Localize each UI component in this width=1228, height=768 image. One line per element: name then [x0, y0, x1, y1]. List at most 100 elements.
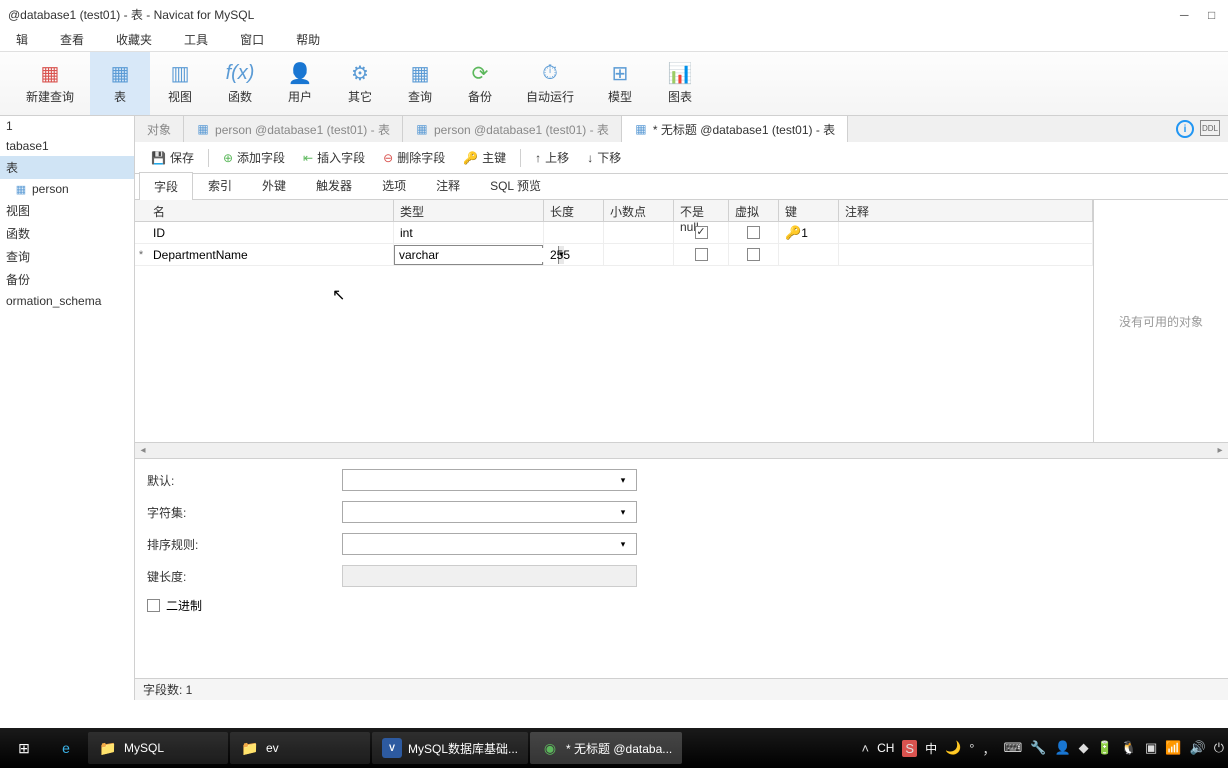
- prop-collation-input[interactable]: ▾: [342, 533, 637, 555]
- subtab-triggers[interactable]: 触发器: [301, 171, 367, 199]
- subtab-fk[interactable]: 外键: [247, 171, 301, 199]
- delete-field-button[interactable]: ⊖删除字段: [375, 145, 453, 170]
- header-decimals[interactable]: 小数点: [604, 200, 674, 221]
- header-virtual[interactable]: 虚拟: [729, 200, 779, 221]
- volume-icon[interactable]: 🔊: [1190, 740, 1206, 756]
- menu-tools[interactable]: 工具: [168, 27, 224, 52]
- moon-icon[interactable]: 🌙: [945, 740, 961, 756]
- cell-comment[interactable]: [839, 244, 1093, 265]
- app1-icon[interactable]: ◆: [1079, 740, 1089, 756]
- header-comment[interactable]: 注释: [839, 200, 1093, 221]
- subtab-options[interactable]: 选项: [367, 171, 421, 199]
- taskbar-ie[interactable]: e: [46, 732, 86, 764]
- move-up-button[interactable]: ↑上移: [527, 145, 577, 170]
- lang-indicator[interactable]: 中: [925, 740, 937, 757]
- cell-key[interactable]: [779, 244, 839, 265]
- toolbar-model[interactable]: ⊞模型: [590, 52, 650, 115]
- chevron-down-icon[interactable]: ▾: [614, 470, 632, 490]
- scroll-right-icon[interactable]: ▸: [1212, 445, 1228, 456]
- minimize-button[interactable]: ─: [1180, 8, 1192, 20]
- header-name[interactable]: 名: [147, 200, 394, 221]
- menu-window[interactable]: 窗口: [224, 27, 280, 52]
- header-type[interactable]: 类型: [394, 200, 544, 221]
- taskbar-mysql-folder[interactable]: 📁MySQL: [88, 732, 228, 764]
- toolbar-backup[interactable]: ⟳备份: [450, 52, 510, 115]
- cell-key[interactable]: 🔑1: [779, 222, 839, 243]
- cell-length[interactable]: [544, 222, 604, 243]
- subtab-indexes[interactable]: 索引: [193, 171, 247, 199]
- temp-icon[interactable]: °: [969, 741, 974, 756]
- subtab-fields[interactable]: 字段: [139, 172, 193, 200]
- header-length[interactable]: 长度: [544, 200, 604, 221]
- cell-type[interactable]: ▾: [394, 244, 544, 265]
- checkbox-icon[interactable]: [695, 248, 708, 261]
- taskbar-vbox[interactable]: VMySQL数据库基础...: [372, 732, 528, 764]
- tab-untitled[interactable]: ▦* 无标题 @database1 (test01) - 表: [622, 116, 848, 142]
- binary-checkbox[interactable]: [147, 599, 160, 612]
- save-button[interactable]: 💾保存: [143, 145, 202, 170]
- primary-key-button[interactable]: 🔑主键: [455, 145, 514, 170]
- taskbar-navicat[interactable]: ◉* 无标题 @databa...: [530, 732, 682, 764]
- toolbar-view[interactable]: ▥视图: [150, 52, 210, 115]
- type-dropdown[interactable]: ▾: [394, 245, 543, 265]
- checkbox-icon[interactable]: [695, 226, 708, 239]
- ddl-icon[interactable]: DDL: [1200, 120, 1220, 136]
- tray-up-icon[interactable]: ˄: [861, 741, 869, 756]
- toolbar-other[interactable]: ⚙其它: [330, 52, 390, 115]
- punct-icon[interactable]: ，: [983, 739, 996, 758]
- field-row[interactable]: * DepartmentName ▾ 255: [135, 244, 1093, 266]
- cell-decimals[interactable]: [604, 244, 674, 265]
- horizontal-scrollbar[interactable]: ◂ ▸: [135, 442, 1228, 458]
- user-icon[interactable]: 👤: [1054, 740, 1070, 756]
- toolbar-schedule[interactable]: ⏱自动运行: [510, 52, 590, 115]
- prop-keylength-input[interactable]: [342, 565, 637, 587]
- header-key[interactable]: 键: [779, 200, 839, 221]
- toolbar-query[interactable]: ▦查询: [390, 52, 450, 115]
- subtab-comment[interactable]: 注释: [421, 171, 475, 199]
- menu-edit[interactable]: 辑: [0, 27, 44, 52]
- tab-person-1[interactable]: ▦person @database1 (test01) - 表: [184, 116, 403, 142]
- power-icon[interactable]: ⏻: [1214, 740, 1224, 756]
- cell-notnull[interactable]: [674, 222, 729, 243]
- header-notnull[interactable]: 不是 null: [674, 200, 729, 221]
- toolbar-table[interactable]: ▦表: [90, 52, 150, 115]
- info-icon[interactable]: i: [1176, 120, 1194, 138]
- sidebar-item-queries[interactable]: 查询: [0, 245, 134, 268]
- toolbar-new-query[interactable]: ▦新建查询: [10, 52, 90, 115]
- add-field-button[interactable]: ⊕添加字段: [215, 145, 293, 170]
- subtab-sql[interactable]: SQL 预览: [475, 171, 556, 199]
- cell-comment[interactable]: [839, 222, 1093, 243]
- toolbar-chart[interactable]: 📊图表: [650, 52, 710, 115]
- sidebar-item-tables[interactable]: 表: [0, 156, 134, 179]
- taskbar-ev-folder[interactable]: 📁ev: [230, 732, 370, 764]
- sidebar-item-person[interactable]: ▦person: [0, 179, 134, 199]
- chevron-down-icon[interactable]: ▾: [614, 534, 632, 554]
- app2-icon[interactable]: ▣: [1145, 740, 1157, 756]
- prop-charset-input[interactable]: ▾: [342, 501, 637, 523]
- menu-favorites[interactable]: 收藏夹: [100, 27, 168, 52]
- cell-type[interactable]: int: [394, 222, 544, 243]
- type-input[interactable]: [395, 248, 558, 262]
- checkbox-icon[interactable]: [747, 248, 760, 261]
- taskbar-start[interactable]: ⊞: [4, 732, 44, 764]
- cell-notnull[interactable]: [674, 244, 729, 265]
- sidebar-item-backup[interactable]: 备份: [0, 268, 134, 291]
- toolbar-function[interactable]: f(x)函数: [210, 52, 270, 115]
- penguin-icon[interactable]: 🐧: [1121, 740, 1137, 756]
- sidebar-item-functions[interactable]: 函数: [0, 222, 134, 245]
- field-row[interactable]: ID int 🔑1: [135, 222, 1093, 244]
- menu-view[interactable]: 查看: [44, 27, 100, 52]
- sidebar-item-conn[interactable]: 1: [0, 116, 134, 136]
- wifi-icon[interactable]: 📶: [1165, 740, 1181, 756]
- scroll-left-icon[interactable]: ◂: [135, 445, 151, 456]
- cell-length[interactable]: 255: [544, 244, 604, 265]
- insert-field-button[interactable]: ⇤插入字段: [295, 145, 373, 170]
- cell-virtual[interactable]: [729, 222, 779, 243]
- chevron-down-icon[interactable]: ▾: [614, 502, 632, 522]
- toolbar-user[interactable]: 👤用户: [270, 52, 330, 115]
- maximize-button[interactable]: □: [1208, 8, 1220, 20]
- move-down-button[interactable]: ↓下移: [579, 145, 629, 170]
- menu-help[interactable]: 帮助: [280, 27, 336, 52]
- keyboard-icon[interactable]: ⌨: [1004, 740, 1023, 756]
- battery-icon[interactable]: 🔋: [1097, 740, 1113, 756]
